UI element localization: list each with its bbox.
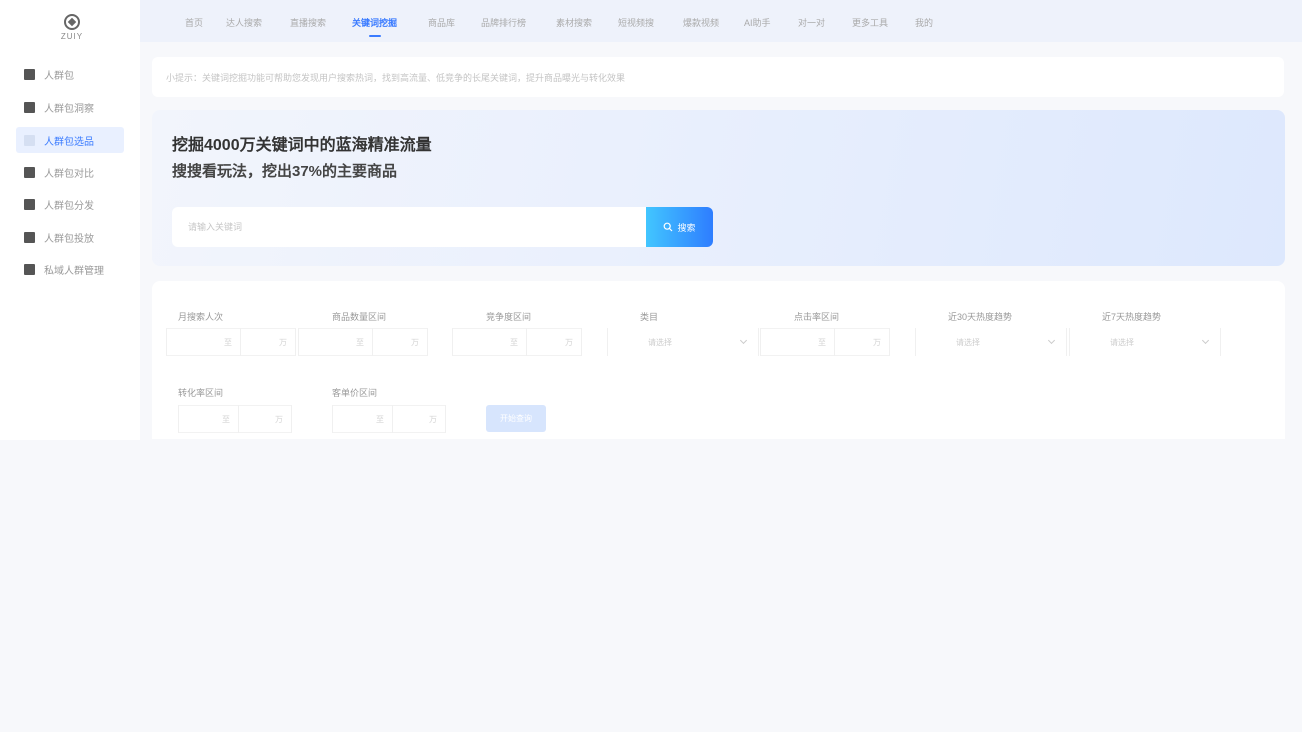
keyword-search-input[interactable] xyxy=(172,207,646,247)
sidebar-item-crowd[interactable]: 人群包 xyxy=(16,61,124,87)
hero-title: 挖掘4000万关键词中的蓝海精准流量 xyxy=(172,137,432,154)
sidebar-item-label: 人群包对比 xyxy=(44,168,94,180)
range-min-input[interactable]: 至 xyxy=(166,328,240,356)
hero-subtitle: 搜搜看玩法，挖出37%的主要商品 xyxy=(172,163,398,180)
hero-banner: 挖掘4000万关键词中的蓝海精准流量 搜搜看玩法，挖出37%的主要商品 搜索 xyxy=(152,110,1285,266)
product-count-range: 至 万 xyxy=(298,328,428,356)
chevron-down-icon xyxy=(739,336,748,345)
sidebar-item-crowd-ads[interactable]: 人群包投放 xyxy=(16,224,124,250)
filter-label: 转化率区间 xyxy=(178,388,224,398)
sidebar: ZUIY 人群包 人群包洞察 人群包选品 人群包对比 人群包分发 人群包投放 私… xyxy=(0,0,140,440)
trend-7d-select[interactable]: 请选择 xyxy=(1069,328,1221,356)
range-min-input[interactable]: 至 xyxy=(452,328,526,356)
conversion-range: 至 万 xyxy=(178,405,292,433)
range-min-input[interactable]: 至 xyxy=(298,328,372,356)
search-button[interactable]: 搜索 xyxy=(646,207,713,247)
chevron-down-icon xyxy=(1201,336,1210,345)
sidebar-item-label: 人群包选品 xyxy=(44,136,94,148)
search-box: 搜索 xyxy=(172,207,713,247)
filter-label: 类目 xyxy=(640,312,659,322)
nav-brand-ranking[interactable]: 品牌排行榜 xyxy=(481,16,526,29)
competition-range: 至 万 xyxy=(452,328,582,356)
sidebar-item-label: 人群包分发 xyxy=(44,200,94,212)
filter-label: 商品数量区间 xyxy=(332,312,387,322)
search-volume-range: 至 万 xyxy=(166,328,296,356)
filter-label: 客单价区间 xyxy=(332,388,378,398)
sidebar-item-label: 人群包投放 xyxy=(44,233,94,245)
sidebar-item-crowd-compare[interactable]: 人群包对比 xyxy=(16,159,124,185)
range-max-input[interactable]: 万 xyxy=(392,405,446,433)
sidebar-item-crowd-insight[interactable]: 人群包洞察 xyxy=(16,94,124,120)
nav-product-library[interactable]: 商品库 xyxy=(428,16,455,29)
range-max-input[interactable]: 万 xyxy=(240,328,296,356)
sidebar-item-private-crowd[interactable]: 私域人群管理 xyxy=(16,256,124,282)
selection-icon xyxy=(24,134,35,146)
filter-label: 近7天热度趋势 xyxy=(1102,312,1162,322)
select-placeholder: 请选择 xyxy=(648,337,672,347)
search-button-label: 搜索 xyxy=(677,222,696,233)
range-max-input[interactable]: 万 xyxy=(372,328,428,356)
range-max-input[interactable]: 万 xyxy=(526,328,582,356)
filter-panel: 月搜索人次 商品数量区间 竞争度区间 类目 点击率区间 近30天热度趋势 近7天… xyxy=(152,281,1285,439)
sidebar-item-label: 私域人群管理 xyxy=(44,265,104,277)
nav-influencer-search[interactable]: 达人搜索 xyxy=(226,16,262,29)
nav-keyword-mining[interactable]: 关键词挖掘 xyxy=(352,16,397,37)
compare-icon xyxy=(24,166,35,178)
nav-live-search[interactable]: 直播搜索 xyxy=(290,16,326,29)
query-button[interactable]: 开始查询 xyxy=(486,405,546,432)
sidebar-item-crowd-distribute[interactable]: 人群包分发 xyxy=(16,191,124,217)
chevron-down-icon xyxy=(1047,336,1056,345)
trend-30d-select[interactable]: 请选择 xyxy=(915,328,1067,356)
range-min-input[interactable]: 至 xyxy=(332,405,392,433)
nav-hot-video[interactable]: 爆款视频 xyxy=(683,16,719,29)
ads-icon xyxy=(24,231,35,243)
range-min-input[interactable]: 至 xyxy=(178,405,238,433)
sidebar-item-crowd-selection[interactable]: 人群包选品 xyxy=(16,127,124,153)
nav-more-tools[interactable]: 更多工具 xyxy=(852,16,888,29)
select-placeholder: 请选择 xyxy=(956,337,980,347)
nav-short-video[interactable]: 短视频搜 xyxy=(618,16,654,29)
search-icon xyxy=(664,222,673,232)
sidebar-item-label: 人群包 xyxy=(44,70,74,82)
filter-label: 竞争度区间 xyxy=(486,312,532,322)
sidebar-item-label: 人群包洞察 xyxy=(44,103,94,115)
nav-ai-assistant[interactable]: AI助手 xyxy=(744,16,771,29)
filter-label: 近30天热度趋势 xyxy=(948,312,1013,322)
crowd-icon xyxy=(24,68,35,80)
range-min-input[interactable]: 至 xyxy=(760,328,834,356)
select-placeholder: 请选择 xyxy=(1110,337,1134,347)
filter-label: 点击率区间 xyxy=(794,312,840,322)
filter-label: 月搜索人次 xyxy=(178,312,224,322)
category-select[interactable]: 请选择 xyxy=(607,328,759,356)
logo[interactable]: ZUIY xyxy=(52,14,92,41)
nav-home[interactable]: 首页 xyxy=(185,16,203,29)
notice-bar: 小提示：关键词挖掘功能可帮助您发现用户搜索热词，找到高流量、低竞争的长尾关键词，… xyxy=(152,57,1284,97)
nav-mine[interactable]: 我的 xyxy=(915,16,933,29)
nav-compare[interactable]: 对一对 xyxy=(798,16,825,29)
range-max-input[interactable]: 万 xyxy=(834,328,890,356)
ctr-range: 至 万 xyxy=(760,328,890,356)
insight-icon xyxy=(24,101,35,113)
price-range: 至 万 xyxy=(332,405,446,433)
logo-text: ZUIY xyxy=(60,32,84,41)
distribute-icon xyxy=(24,198,35,210)
top-nav: 首页 达人搜索 直播搜索 关键词挖掘 商品库 品牌排行榜 素材搜索 短视频搜 爆… xyxy=(140,0,1302,42)
nav-material-search[interactable]: 素材搜索 xyxy=(556,16,592,29)
private-crowd-icon xyxy=(24,263,35,275)
logo-mark-icon xyxy=(64,14,80,30)
range-max-input[interactable]: 万 xyxy=(238,405,292,433)
